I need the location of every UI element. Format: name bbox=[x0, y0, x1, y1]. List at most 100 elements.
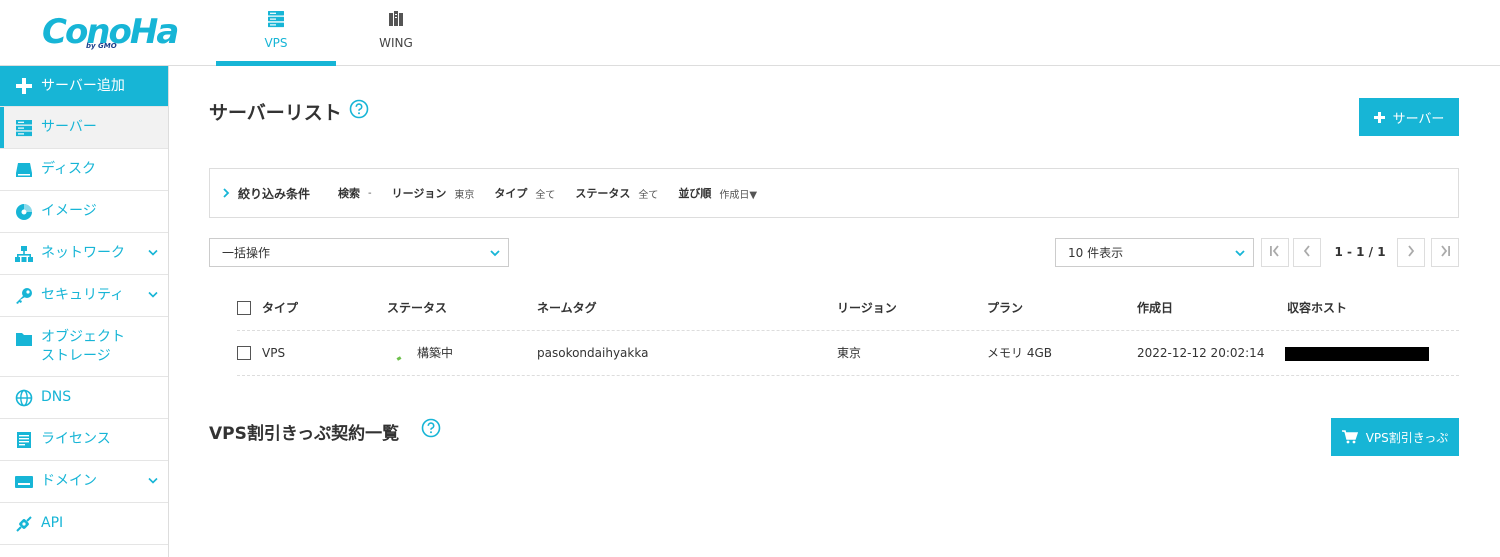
row-region: 東京 bbox=[837, 346, 862, 360]
plus-icon bbox=[1373, 111, 1385, 123]
api-icon bbox=[14, 514, 34, 534]
sidebar-item-label: サーバー追加 bbox=[41, 77, 125, 94]
sidebar-item-label: DNS bbox=[41, 389, 72, 405]
prev-page-button[interactable] bbox=[1293, 238, 1321, 267]
row-created: 2022-12-12 20:02:14 bbox=[1137, 346, 1265, 360]
bulk-action-select[interactable]: 一括操作 bbox=[209, 238, 509, 267]
row-host-redacted bbox=[1285, 347, 1429, 361]
last-page-button[interactable] bbox=[1431, 238, 1459, 267]
add-server-button[interactable]: サーバー bbox=[1359, 98, 1459, 136]
server-table: タイプ ステータス ネームタグ リージョン プラン 作成日 収容ホスト VPS … bbox=[237, 286, 1459, 376]
col-created-header[interactable]: 作成日 bbox=[1137, 286, 1173, 331]
sidebar-item-image[interactable]: イメージ bbox=[0, 191, 168, 233]
chevron-down-icon bbox=[1235, 249, 1245, 257]
logo-sub-text: by GMO bbox=[86, 42, 117, 50]
status-spinner-icon bbox=[396, 356, 402, 361]
help-icon[interactable] bbox=[421, 418, 441, 438]
first-page-icon bbox=[1268, 244, 1282, 262]
plus-icon bbox=[14, 76, 34, 96]
filter-status-value: 全て bbox=[638, 189, 659, 201]
sidebar-item-network[interactable]: ネットワーク bbox=[0, 233, 168, 275]
tab-vps-label: VPS bbox=[264, 36, 288, 50]
col-region-header[interactable]: リージョン bbox=[837, 286, 897, 331]
filter-search-value: - bbox=[368, 187, 372, 199]
chevron-right-icon bbox=[1404, 244, 1418, 262]
next-page-button[interactable] bbox=[1397, 238, 1425, 267]
row-status: 構築中 bbox=[387, 331, 453, 376]
chevron-right-icon[interactable] bbox=[222, 188, 230, 198]
sidebar-item-api[interactable]: API bbox=[0, 503, 168, 545]
chevron-down-icon bbox=[148, 474, 158, 489]
first-page-button[interactable] bbox=[1261, 238, 1289, 267]
globe-icon bbox=[14, 388, 34, 408]
top-header: ConoHa by GMO VPS WING bbox=[0, 0, 1500, 66]
select-all-checkbox[interactable] bbox=[237, 301, 251, 315]
sidebar-item-label: ネットワーク bbox=[41, 245, 125, 261]
sidebar-item-label: セキュリティ bbox=[41, 287, 125, 303]
sidebar-item-domain[interactable]: ドメイン bbox=[0, 461, 168, 503]
page-size-value: 10 件表示 bbox=[1068, 246, 1124, 260]
page-size-select[interactable]: 10 件表示 bbox=[1055, 238, 1254, 267]
sidebar-item-label-line1: オブジェクト bbox=[41, 328, 125, 345]
bulk-action-value: 一括操作 bbox=[222, 246, 271, 260]
add-server-label: サーバー bbox=[1392, 111, 1445, 127]
help-icon[interactable] bbox=[349, 99, 369, 119]
sidebar-item-label-line2: ストレージ bbox=[41, 347, 111, 364]
sidebar-item-label: サーバー bbox=[41, 119, 97, 135]
ticket-section-title: VPS割引きっぷ契約一覧 bbox=[209, 424, 400, 444]
sidebar-item-label: API bbox=[41, 515, 64, 531]
sidebar-item-label: ドメイン bbox=[41, 473, 97, 489]
sidebar-item-label: ディスク bbox=[41, 161, 97, 177]
key-icon bbox=[14, 286, 34, 306]
col-type-header[interactable]: タイプ bbox=[262, 286, 298, 331]
chevron-down-icon bbox=[148, 246, 158, 261]
col-plan-header[interactable]: プラン bbox=[987, 286, 1023, 331]
table-row[interactable]: VPS 構築中 pasokondaihyakka 東京 メモリ 4GB 2022… bbox=[237, 331, 1459, 376]
domain-icon bbox=[14, 472, 34, 492]
server-stack-icon bbox=[267, 10, 285, 32]
tab-wing-label: WING bbox=[379, 36, 413, 50]
sidebar: サーバー追加 サーバー ディスク イメージ ネットワーク セキュリティ オブジェ… bbox=[0, 66, 169, 557]
filter-sort-key: 並び順 bbox=[678, 187, 712, 200]
wing-servers-icon bbox=[387, 10, 405, 32]
row-checkbox[interactable] bbox=[237, 346, 251, 360]
col-host-header[interactable]: 収容ホスト bbox=[1287, 286, 1347, 331]
sidebar-item-object-storage[interactable]: オブジェクト ストレージ bbox=[0, 317, 168, 377]
conoha-logo[interactable]: ConoHa by GMO bbox=[42, 10, 179, 54]
row-name-tag[interactable]: pasokondaihyakka bbox=[537, 331, 648, 376]
filter-title[interactable]: 絞り込み条件 bbox=[238, 185, 310, 202]
vps-ticket-label: VPS割引きっぷ bbox=[1365, 430, 1449, 445]
chevron-down-icon bbox=[490, 249, 500, 257]
row-plan: メモリ 4GB bbox=[987, 346, 1052, 360]
tab-wing[interactable]: WING bbox=[336, 0, 456, 66]
filter-region-key: リージョン bbox=[391, 187, 447, 200]
sidebar-item-label: イメージ bbox=[41, 203, 97, 219]
sidebar-item-server[interactable]: サーバー bbox=[0, 107, 168, 149]
filter-type-value: 全て bbox=[535, 189, 556, 201]
vps-ticket-button[interactable]: VPS割引きっぷ bbox=[1331, 418, 1459, 456]
filter-search-key: 検索 bbox=[338, 187, 361, 200]
filter-region-value: 東京 bbox=[454, 189, 475, 201]
sidebar-item-security[interactable]: セキュリティ bbox=[0, 275, 168, 317]
sidebar-item-disk[interactable]: ディスク bbox=[0, 149, 168, 191]
chevron-left-icon bbox=[1300, 244, 1314, 262]
cart-icon bbox=[1341, 430, 1358, 444]
folder-icon bbox=[14, 329, 34, 349]
row-type: VPS bbox=[262, 346, 286, 360]
sidebar-item-dns[interactable]: DNS bbox=[0, 377, 168, 419]
row-status-text: 構築中 bbox=[417, 346, 454, 360]
filter-type-key: タイプ bbox=[494, 187, 528, 200]
filter-sort-value[interactable]: 作成日▼ bbox=[719, 186, 757, 201]
network-icon bbox=[14, 244, 34, 264]
col-name-tag-header[interactable]: ネームタグ bbox=[537, 286, 597, 331]
tab-vps[interactable]: VPS bbox=[216, 0, 336, 66]
filter-bar: 絞り込み条件 検索 - リージョン 東京 タイプ 全て ステータス 全て 並び順… bbox=[209, 168, 1459, 218]
filter-status-key: ステータス bbox=[575, 187, 631, 200]
disk-icon bbox=[14, 160, 34, 180]
col-status-header[interactable]: ステータス bbox=[387, 286, 447, 331]
sidebar-item-add-server[interactable]: サーバー追加 bbox=[0, 66, 168, 107]
sidebar-item-license[interactable]: ライセンス bbox=[0, 419, 168, 461]
sidebar-item-label: ライセンス bbox=[41, 431, 111, 447]
license-icon bbox=[14, 430, 34, 450]
pagination-info: 1 - 1 / 1 bbox=[1334, 245, 1386, 259]
